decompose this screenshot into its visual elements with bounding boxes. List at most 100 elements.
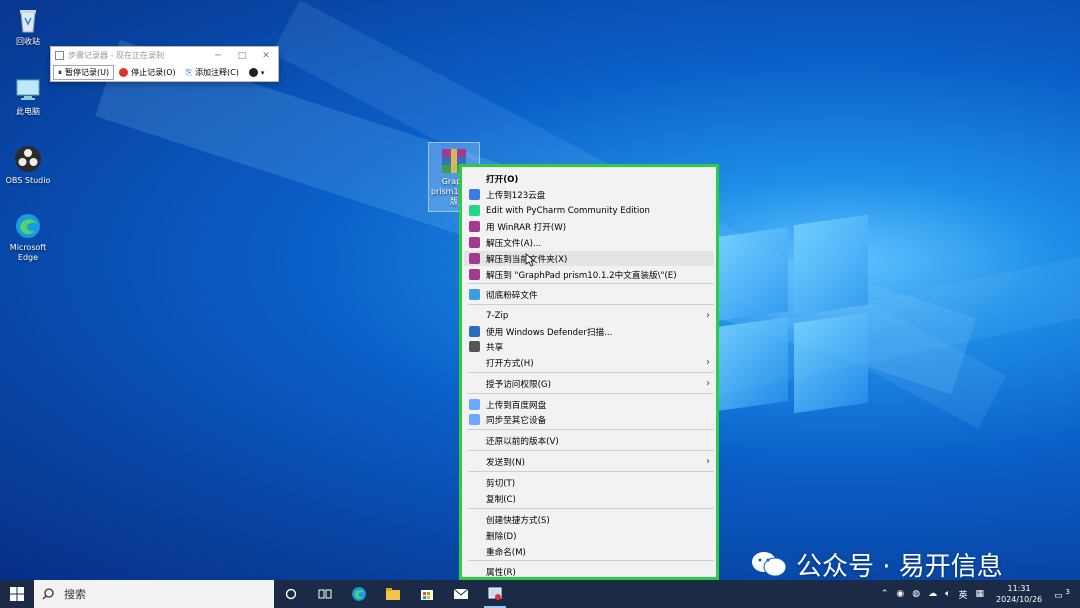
desktop-icon-this-pc[interactable]: 此电脑 [0, 76, 56, 117]
blank-icon [469, 378, 480, 389]
windows-logo [718, 214, 868, 420]
menu-separator [468, 508, 714, 509]
recorder-titlebar[interactable]: 步骤记录器 - 现在正在录制 ─ □ ✕ [51, 47, 278, 64]
winrar-icon [469, 237, 480, 248]
menu-separator [468, 283, 714, 284]
desktop[interactable]: 回收站 此电脑 OBS Studio Microsoft Edge Graph … [0, 0, 1080, 580]
folder-icon [386, 588, 400, 600]
stop-record-button[interactable]: 停止记录(O) [114, 65, 181, 80]
blank-icon [469, 357, 480, 368]
context-menu-item[interactable]: 解压到当前文件夹(X) [464, 251, 714, 266]
context-menu-item[interactable]: 彻底粉碎文件 [464, 287, 714, 302]
wechat-icon [750, 550, 788, 578]
cortana-button[interactable] [274, 580, 308, 608]
context-menu-item[interactable]: 用 WinRAR 打开(W) [464, 219, 714, 234]
notification-icon: ▭ [1054, 590, 1063, 601]
recorder-toolbar: ⏸ 暂停记录(U) 停止记录(O) ⎘ 添加注释(C) ▾ [51, 64, 278, 81]
search-icon [42, 588, 54, 600]
chevron-right-icon: › [706, 456, 710, 467]
chevron-right-icon: › [706, 378, 710, 389]
help-icon [248, 68, 258, 77]
pause-record-button[interactable]: ⏸ 暂停记录(U) [53, 65, 115, 80]
context-menu-item[interactable]: 解压到 "GraphPad prism10.1.2中文直装版\"(E) [464, 267, 714, 282]
shredder-icon [469, 289, 480, 300]
context-menu-item[interactable]: 删除(D) [464, 528, 714, 543]
chevron-up-icon[interactable]: ⌃ [877, 589, 893, 599]
context-menu-item[interactable]: 属性(R) [464, 564, 714, 579]
obs-icon [14, 145, 42, 173]
context-menu-item[interactable]: Edit with PyCharm Community Edition [464, 203, 714, 218]
taskbar-store[interactable] [410, 580, 444, 608]
taskbar-file-explorer[interactable] [376, 580, 410, 608]
notification-center-button[interactable]: ▭ 3 [1050, 588, 1080, 601]
defender-icon [469, 326, 480, 337]
context-menu-item[interactable]: 上传到123云盘 [464, 187, 714, 202]
pycharm-icon [469, 205, 480, 216]
blank-icon [469, 310, 480, 321]
context-menu-item[interactable]: 打开方式(H) › [464, 355, 714, 370]
help-button[interactable]: ▾ [244, 65, 270, 80]
context-menu-item[interactable]: 共享 [464, 339, 714, 354]
blank-icon [469, 477, 480, 488]
context-menu-item[interactable]: 创建快捷方式(S) [464, 512, 714, 527]
context-menu-item[interactable]: 解压文件(A)... [464, 235, 714, 250]
edge-icon [14, 212, 42, 240]
store-icon [421, 590, 433, 600]
edge-icon [352, 587, 366, 601]
baidu-icon [469, 414, 480, 425]
blank-icon [469, 566, 480, 577]
task-view-icon [318, 589, 332, 599]
pause-icon: ⏸ [58, 67, 62, 77]
add-comment-button[interactable]: ⎘ 添加注释(C) [181, 65, 244, 80]
taskbar-mail[interactable] [444, 580, 478, 608]
context-menu-item[interactable]: 还原以前的版本(V) [464, 433, 714, 448]
maximize-icon[interactable]: □ [230, 51, 254, 61]
blank-icon [469, 530, 480, 541]
system-tray: ⌃ ◉ ◍ ☁ 🔈︎ 英 ▦ 11:31 2024/10/26 ▭ 3 [877, 580, 1080, 608]
chevron-right-icon: › [706, 310, 710, 321]
context-menu-item[interactable]: 同步至其它设备 [464, 412, 714, 427]
taskbar-search-box[interactable]: 搜索 [34, 580, 274, 608]
steps-recorder-window[interactable]: 步骤记录器 - 现在正在录制 ─ □ ✕ ⏸ 暂停记录(U) 停止记录(O) ⎘… [50, 46, 279, 82]
menu-separator [468, 393, 714, 394]
blank-icon [469, 546, 480, 557]
context-menu-item[interactable]: 使用 Windows Defender扫描... [464, 324, 714, 339]
start-button[interactable] [0, 580, 34, 608]
context-menu-item[interactable]: 重命名(M) [464, 544, 714, 559]
ime-mode-icon[interactable]: ▦ [972, 589, 989, 599]
blank-icon [469, 173, 480, 184]
desktop-icon-obs-studio[interactable]: OBS Studio [0, 145, 56, 186]
menu-separator [468, 450, 714, 451]
desktop-icon-recycle-bin[interactable]: 回收站 [0, 6, 56, 47]
context-menu-item[interactable]: 上传到百度网盘 [464, 397, 714, 412]
menu-separator [468, 304, 714, 305]
taskbar-edge[interactable] [342, 580, 376, 608]
cloud-tray-icon[interactable]: ☁ [924, 589, 941, 599]
menu-separator [468, 429, 714, 430]
ime-indicator[interactable]: 英 [955, 588, 972, 601]
minimize-icon[interactable]: ─ [206, 51, 230, 61]
clock[interactable]: 11:31 2024/10/26 [988, 583, 1050, 605]
context-menu-item[interactable]: 打开(O) [464, 171, 714, 186]
context-menu-item[interactable]: 发送到(N) › [464, 454, 714, 469]
chevron-right-icon: › [706, 357, 710, 368]
wifi-icon[interactable]: ◍ [908, 589, 924, 599]
network-tray-icon[interactable]: ◉ [892, 589, 908, 599]
context-menu-item[interactable]: 剪切(T) [464, 475, 714, 490]
close-icon[interactable]: ✕ [254, 51, 278, 61]
context-menu-item[interactable]: 授予访问权限(G) › [464, 376, 714, 391]
volume-icon[interactable]: 🔈︎ [941, 589, 954, 599]
taskbar-steps-recorder[interactable] [478, 580, 512, 608]
steps-recorder-icon [488, 587, 502, 600]
watermark: 公众号 · 易开信息 [750, 548, 1050, 580]
desktop-icon-microsoft-edge[interactable]: Microsoft Edge [0, 212, 56, 263]
mail-icon [453, 588, 469, 599]
stop-icon [119, 68, 129, 77]
recorder-app-icon [55, 51, 64, 60]
menu-separator [468, 560, 714, 561]
context-menu-item[interactable]: 复制(C) [464, 491, 714, 506]
task-view-button[interactable] [308, 580, 342, 608]
share-icon [469, 341, 480, 352]
computer-icon [14, 76, 42, 104]
context-menu-item[interactable]: 7-Zip › [464, 308, 714, 323]
